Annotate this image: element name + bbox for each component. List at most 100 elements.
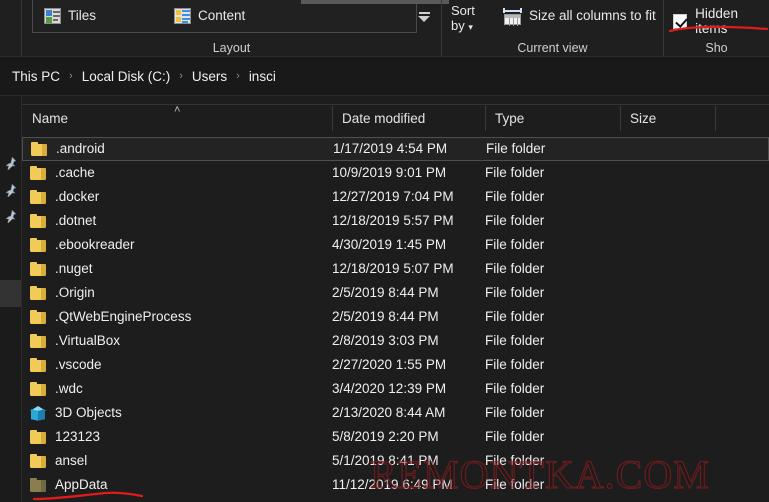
table-row[interactable]: .dotnet 12/18/2019 5:57 PM File folder: [22, 209, 769, 233]
row-type-cell: File folder: [485, 161, 544, 185]
row-date-cell: 3/4/2020 12:39 PM: [332, 377, 446, 401]
row-name-label: .android: [56, 141, 105, 156]
table-row[interactable]: .QtWebEngineProcess 2/5/2019 8:44 PM File …: [22, 305, 769, 329]
table-row[interactable]: ansel 5/1/2019 8:41 PM File folder: [22, 449, 769, 473]
column-header-size[interactable]: Size: [620, 104, 715, 133]
column-header-type[interactable]: Type: [485, 104, 620, 133]
table-row[interactable]: .android 1/17/2019 4:54 PM File folder: [22, 137, 769, 161]
row-date-label: 2/27/2020 1:55 PM: [332, 357, 447, 372]
row-type-cell: File folder: [485, 233, 544, 257]
table-row[interactable]: .Origin 2/5/2019 8:44 PM File folder: [22, 281, 769, 305]
row-name-cell: .android: [31, 137, 105, 161]
table-row[interactable]: .ebookreader 4/30/2019 1:45 PM File folder: [22, 233, 769, 257]
sort-by-button[interactable]: Sort by ▾: [451, 3, 475, 35]
table-row[interactable]: [22, 497, 769, 502]
column-header-date-modified[interactable]: Date modified: [332, 104, 485, 133]
address-bar[interactable]: This PC › Local Disk (C:) › Users › insc…: [0, 57, 769, 96]
row-type-cell: File folder: [485, 185, 544, 209]
row-type-cell: File folder: [485, 329, 544, 353]
row-type-label: File folder: [485, 357, 545, 372]
row-date-cell: 2/13/2020 8:44 AM: [332, 401, 445, 425]
layout-option-content[interactable]: Content: [170, 6, 249, 26]
table-row[interactable]: .wdc 3/4/2020 12:39 PM File folder: [22, 377, 769, 401]
row-name-cell: 3D Objects: [30, 401, 122, 425]
pin-icon[interactable]: [3, 183, 17, 197]
row-name-label: ansel: [55, 453, 88, 468]
pin-icon[interactable]: [3, 209, 17, 223]
row-date-label: 1/17/2019 4:54 PM: [333, 141, 448, 156]
column-header-date-modified-label: Date modified: [342, 111, 426, 126]
row-date-label: 11/12/2019 6:49 PM: [332, 477, 453, 492]
row-date-label: 2/5/2019 8:44 PM: [332, 309, 439, 324]
table-row[interactable]: AppData 11/12/2019 6:49 PM File folder: [22, 473, 769, 501]
folder-icon: [30, 478, 46, 492]
layout-gallery-more-button[interactable]: [414, 4, 434, 30]
row-date-label: 12/27/2019 7:04 PM: [332, 189, 454, 204]
table-row[interactable]: 123123 5/8/2019 2:20 PM File folder: [22, 425, 769, 449]
row-name-label: .nuget: [55, 261, 93, 276]
breadcrumb-item-users[interactable]: Users: [189, 67, 230, 86]
hidden-items-checkbox-row[interactable]: Hidden items: [673, 6, 769, 36]
row-name-cell: AppData: [30, 473, 108, 497]
breadcrumb-item-local-disk-c[interactable]: Local Disk (C:): [79, 67, 174, 86]
file-rows: .android 1/17/2019 4:54 PM File folder .cac…: [22, 137, 769, 502]
row-name-label: 3D Objects: [55, 405, 122, 420]
folder-icon: [30, 262, 46, 276]
table-row[interactable]: .docker 12/27/2019 7:04 PM File folder: [22, 185, 769, 209]
table-row[interactable]: .VirtualBox 2/8/2019 3:03 PM File folder: [22, 329, 769, 353]
row-type-cell: File folder: [485, 473, 544, 497]
breadcrumb-item-insci[interactable]: insci: [246, 67, 279, 86]
row-date-label: 5/1/2019 8:41 PM: [332, 453, 439, 468]
row-date-label: 2/5/2019 8:44 PM: [332, 285, 439, 300]
row-type-label: File folder: [485, 429, 545, 444]
folder-icon: [30, 238, 46, 252]
folder-icon: [30, 214, 46, 228]
breadcrumb-separator[interactable]: ›: [63, 70, 79, 82]
breadcrumb-item-this-pc[interactable]: This PC: [9, 67, 63, 86]
row-type-label: File folder: [486, 141, 546, 156]
row-date-cell: 2/5/2019 8:44 PM: [332, 281, 439, 305]
rail-scroll-thumb[interactable]: [0, 280, 22, 307]
folder-icon: [31, 142, 47, 156]
row-name-cell: .QtWebEngineProcess: [30, 305, 191, 329]
cube-icon: [30, 405, 46, 421]
layout-option-tiles-label: Tiles: [68, 8, 97, 24]
row-date-cell: 5/1/2019 8:41 PM: [332, 449, 439, 473]
row-name-label: .ebookreader: [55, 237, 135, 252]
navigation-rail: [0, 96, 22, 502]
row-type-label: File folder: [485, 309, 545, 324]
row-date-cell: 5/8/2019 2:20 PM: [332, 425, 439, 449]
table-row[interactable]: .vscode 2/27/2020 1:55 PM File folder: [22, 353, 769, 377]
row-date-label: 5/8/2019 2:20 PM: [332, 429, 439, 444]
size-all-columns-to-fit-button[interactable]: Size all columns to fit: [499, 5, 660, 27]
table-row[interactable]: .nuget 12/18/2019 5:07 PM File folder: [22, 257, 769, 281]
folder-icon: [30, 286, 46, 300]
row-date-label: 2/13/2020 8:44 AM: [332, 405, 446, 420]
row-type-label: File folder: [485, 285, 545, 300]
row-date-cell: 12/27/2019 7:04 PM: [332, 185, 454, 209]
column-divider-4[interactable]: [715, 106, 716, 131]
hidden-items-checkbox[interactable]: [673, 13, 688, 29]
row-date-cell: 10/9/2019 9:01 PM: [332, 161, 446, 185]
table-row[interactable]: .cache 10/9/2019 9:01 PM File folder: [22, 161, 769, 185]
row-date-label: 10/9/2019 9:01 PM: [332, 165, 447, 180]
row-type-cell: File folder: [485, 281, 544, 305]
row-type-label: File folder: [485, 405, 545, 420]
table-row[interactable]: 3D Objects 2/13/2020 8:44 AM File folder: [22, 401, 769, 425]
ribbon-group-sep-currentview: [663, 0, 664, 41]
row-date-label: 3/4/2020 12:39 PM: [332, 381, 447, 396]
breadcrumb-separator[interactable]: ›: [173, 70, 189, 82]
breadcrumb-separator[interactable]: ›: [230, 70, 246, 82]
pin-icon[interactable]: [3, 156, 17, 170]
row-type-cell: File folder: [485, 377, 544, 401]
row-name-label: .wdc: [55, 381, 83, 396]
layout-option-tiles[interactable]: Tiles: [40, 6, 100, 26]
row-type-cell: File folder: [485, 257, 544, 281]
row-name-label: .VirtualBox: [55, 333, 121, 348]
row-type-label: File folder: [485, 213, 545, 228]
chevron-down-icon: ▾: [468, 22, 473, 32]
folder-icon: [30, 430, 46, 444]
column-headers: Name ˄ Date modified Type Size: [22, 104, 769, 133]
row-date-cell: 1/17/2019 4:54 PM: [333, 137, 447, 161]
row-date-label: 4/30/2019 1:45 PM: [332, 237, 447, 252]
